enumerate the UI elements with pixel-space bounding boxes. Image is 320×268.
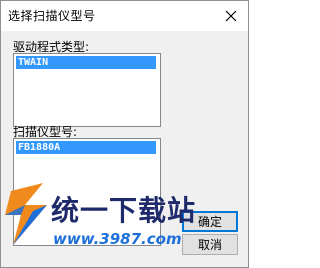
watermark-swoosh-icon bbox=[5, 183, 47, 245]
dialog-title: 选择扫描仪型号 bbox=[8, 9, 96, 23]
close-icon bbox=[225, 10, 237, 22]
close-button[interactable] bbox=[220, 5, 242, 27]
driver-type-listbox[interactable]: TWAIN bbox=[13, 53, 161, 127]
list-item[interactable]: TWAIN bbox=[16, 56, 156, 69]
watermark-text: 统一下载站 bbox=[51, 194, 197, 227]
title-bar[interactable]: 选择扫描仪型号 bbox=[1, 1, 248, 31]
watermark-url: www.3987.com bbox=[53, 230, 182, 248]
watermark-logo: 统一下载站 www.3987.com bbox=[3, 181, 203, 261]
dialog-window: 选择扫描仪型号 驱动程式类型: TWAIN 扫描仪型号: FB1880A 确定 … bbox=[0, 0, 249, 268]
list-item[interactable]: FB1880A bbox=[16, 141, 156, 154]
